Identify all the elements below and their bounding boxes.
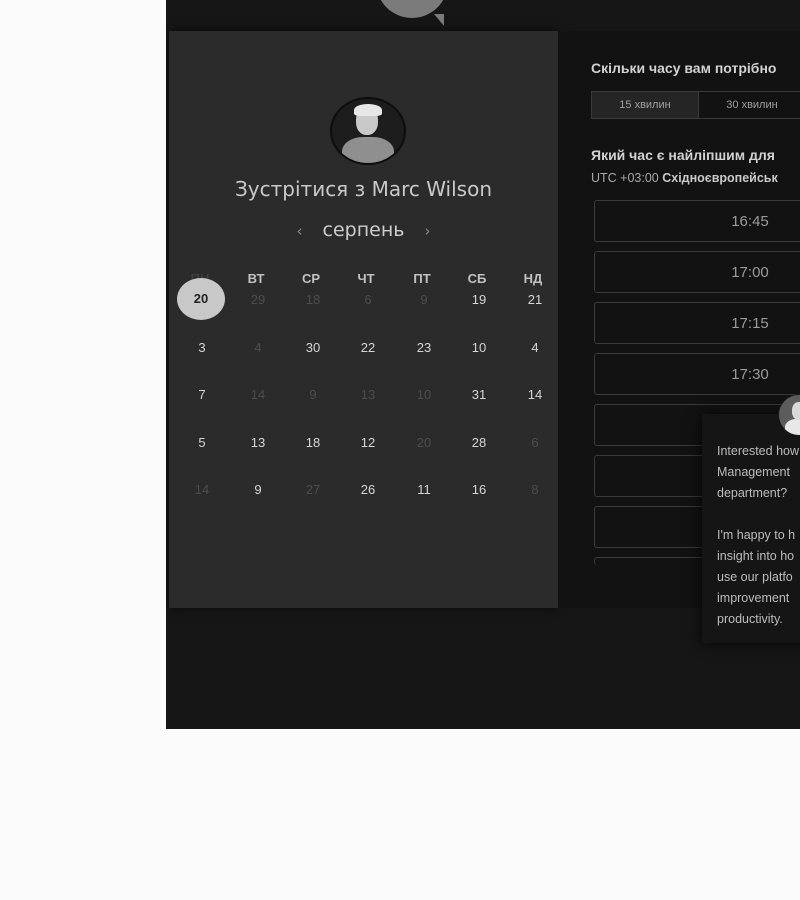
calendar-day[interactable]: 11 (399, 478, 449, 502)
calendar-day[interactable]: 14 (510, 383, 560, 407)
chat-message-bubble[interactable]: Interested how Management department? I'… (702, 414, 800, 643)
chat-line: Management (717, 465, 790, 479)
duration-question: Скільки часу вам потрібно (591, 60, 777, 76)
calendar-day[interactable]: 21 (510, 288, 560, 312)
calendar-day[interactable]: 10 (454, 336, 504, 360)
meeting-title: Зустрітися з Marc Wilson (234, 177, 492, 201)
chat-line: department? (717, 486, 788, 500)
calendar-day: 13 (360, 387, 376, 402)
timezone-offset: UTC +03:00 (591, 171, 659, 185)
calendar-day[interactable]: 23 (399, 336, 449, 360)
chevron-left-icon[interactable]: ‹ (296, 222, 302, 240)
calendar-day: 9 (309, 387, 317, 402)
weekday-label: ЧТ (357, 271, 375, 286)
calendar-day[interactable]: 9 (233, 478, 283, 502)
calendar-day: 14 (194, 482, 210, 497)
time-slot-button[interactable]: 17:00 (594, 251, 800, 293)
calendar-day: 6 (364, 292, 372, 307)
calendar-day-selected[interactable]: 20 (177, 278, 225, 320)
calendar-day: 27 (305, 482, 321, 497)
time-slot-label: 17:30 (731, 366, 769, 383)
time-slot-label: 17:00 (731, 264, 769, 281)
calendar-day[interactable]: 5 (177, 431, 227, 455)
weekday-label: ПТ (413, 271, 431, 286)
weekday-label: СР (301, 271, 321, 286)
duration-selector: 15 хвилин 30 хвилин (591, 91, 800, 119)
calendar-day[interactable]: 31 (454, 383, 504, 407)
time-slot-button[interactable]: 17:15 (594, 302, 800, 344)
time-slot-label: 17:15 (731, 315, 769, 332)
chat-line: insight into ho (717, 549, 795, 563)
scheduler-app: Зустрітися з Marc Wilson ‹ серпень › ПНВ… (166, 0, 800, 729)
calendar-day[interactable]: 26 (343, 478, 393, 502)
month-navigation: ‹ серпень › (169, 219, 558, 241)
calendar-panel: Зустрітися з Marc Wilson ‹ серпень › ПНВ… (169, 31, 558, 608)
timezone-name: Східноєвропейськ (662, 171, 778, 185)
calendar-day[interactable]: 7 (177, 383, 227, 407)
duration-option-30[interactable]: 30 хвилин (699, 92, 800, 118)
time-slot-label: 16:45 (731, 213, 769, 230)
calendar-day: 4 (254, 340, 262, 355)
calendar-day[interactable]: 12 (343, 431, 393, 455)
weekday-label: СБ (467, 271, 487, 286)
chat-line: Interested how (717, 444, 799, 458)
chat-line: I'm happy to h (717, 528, 796, 542)
calendar-day[interactable]: 16 (454, 478, 504, 502)
calendar-day[interactable]: 22 (343, 336, 393, 360)
calendar-day: 20 (416, 435, 432, 450)
calendar-day[interactable]: 13 (233, 431, 283, 455)
logo-wordmark (496, 0, 515, 23)
time-slot-button[interactable]: 16:45 (594, 200, 800, 242)
weekday-label: НД (523, 271, 543, 286)
chat-line: improvement (717, 591, 790, 605)
calendar-day[interactable]: 28 (454, 431, 504, 455)
calendar-day[interactable]: 18 (288, 431, 338, 455)
calendar-day: 18 (305, 292, 321, 307)
calendar-day: 10 (416, 387, 432, 402)
duration-option-15[interactable]: 15 хвилин (592, 92, 699, 118)
time-slot-button[interactable]: 17:30 (594, 353, 800, 395)
calendar-day[interactable]: 4 (510, 336, 560, 360)
calendar-day: 14 (250, 387, 266, 402)
calendar-day: 29 (250, 292, 266, 307)
weekday-label: ВТ (247, 271, 265, 286)
timezone-label[interactable]: UTC +03:00 Східноєвропейськ (591, 171, 778, 185)
month-label: серпень (322, 219, 405, 241)
calendar-day: 8 (531, 482, 539, 497)
chevron-right-icon[interactable]: › (425, 222, 431, 240)
calendar-day[interactable]: 19 (454, 288, 504, 312)
calendar-day: 6 (531, 435, 539, 450)
host-avatar (330, 97, 406, 165)
logo-chat-icon (376, 0, 448, 26)
chat-line: productivity. (717, 612, 783, 626)
chat-line: use our platfo (717, 570, 793, 584)
calendar-day[interactable]: 3 (177, 336, 227, 360)
calendar-day[interactable]: 30 (288, 336, 338, 360)
time-question: Який час є найліпшим для (591, 147, 775, 163)
calendar-day: 9 (420, 292, 428, 307)
